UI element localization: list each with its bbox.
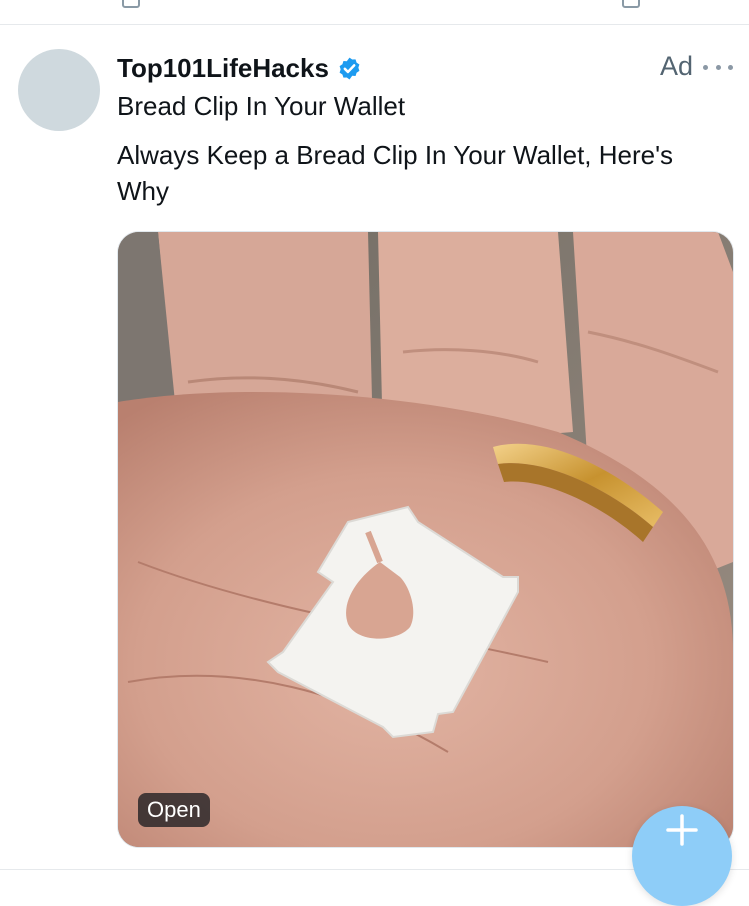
post-headline: Bread Clip In Your Wallet	[117, 91, 406, 121]
more-options-icon[interactable]	[703, 59, 733, 75]
previous-post-share-icon	[622, 0, 640, 8]
compose-button[interactable]	[632, 806, 732, 906]
author-name[interactable]: Top101LifeHacks	[117, 53, 329, 84]
avatar[interactable]	[18, 49, 100, 131]
previous-post-edge	[0, 0, 749, 25]
previous-post-action-icon	[122, 0, 140, 8]
verified-badge-icon	[339, 57, 360, 79]
palm-with-bread-clip-image	[118, 232, 733, 847]
post-image[interactable]: Open	[117, 231, 734, 848]
post-text: Always Keep a Bread Clip In Your Wallet,…	[117, 140, 674, 206]
promoted-post[interactable]: Top101LifeHacks Ad Bread Clip In Your Wa…	[0, 25, 749, 870]
ad-label: Ad	[659, 51, 693, 81]
plus-icon	[666, 814, 698, 846]
post-header: Top101LifeHacks	[117, 51, 362, 85]
open-link-label[interactable]: Open	[138, 793, 210, 827]
